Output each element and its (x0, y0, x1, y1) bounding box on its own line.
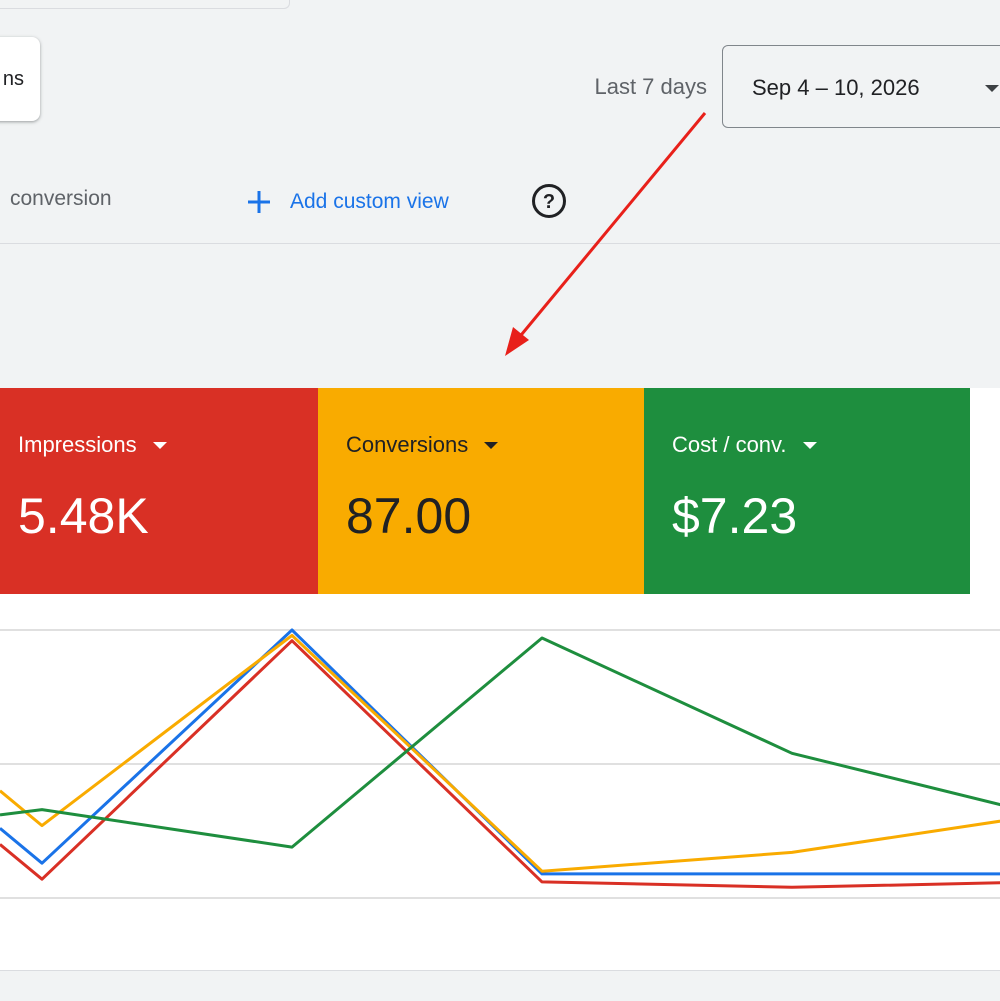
chart-series-line (0, 633, 1000, 873)
date-range-label: Last 7 days (594, 74, 707, 99)
metric-title-label: Cost / conv. (672, 432, 787, 457)
chevron-down-icon (985, 85, 999, 92)
metric-card-conversions[interactable]: Conversions 87.00 (318, 388, 644, 594)
add-custom-view-button[interactable]: Add custom view (246, 180, 449, 224)
plus-icon (248, 191, 270, 213)
metric-title: Conversions (346, 432, 499, 458)
svg-text:?: ? (543, 191, 555, 213)
metric-card-impressions[interactable]: Impressions 5.48K (0, 388, 318, 594)
top-search-box-edge[interactable] (0, 0, 290, 9)
view-tab-conversion[interactable]: conversion (10, 187, 112, 211)
metric-title-label: Conversions (346, 432, 469, 457)
annotation-arrow-line (515, 112, 707, 341)
help-icon[interactable]: ? (531, 183, 567, 219)
annotation-arrow-head (505, 327, 529, 356)
dropdown-arrow-icon[interactable] (152, 441, 167, 449)
chart-series-line (0, 628, 1000, 876)
date-range-value: Sep 4 – 10, 2026 (752, 75, 920, 100)
divider (0, 243, 1000, 244)
dropdown-arrow-icon[interactable] (484, 441, 499, 449)
dropdown-arrow-icon[interactable] (802, 441, 817, 449)
partial-segment-button[interactable]: ns (0, 37, 40, 121)
add-custom-view-label: Add custom view (290, 190, 449, 213)
chart-footer (0, 970, 1000, 1001)
metric-card-cost-per-conversion[interactable]: Cost / conv. $7.23 (644, 388, 970, 594)
performance-line-chart (0, 628, 1000, 899)
metric-value: $7.23 (672, 488, 798, 544)
metric-title: Impressions (18, 432, 167, 458)
date-range-selector[interactable]: Sep 4 – 10, 2026 (722, 45, 1000, 128)
metric-value: 87.00 (346, 488, 472, 544)
partial-button-label: ns (2, 67, 24, 90)
metric-title-label: Impressions (18, 432, 137, 457)
metric-title: Cost / conv. (672, 432, 817, 458)
views-row: conversion Add custom view ? (0, 180, 1000, 224)
metric-value: 5.48K (18, 488, 149, 544)
